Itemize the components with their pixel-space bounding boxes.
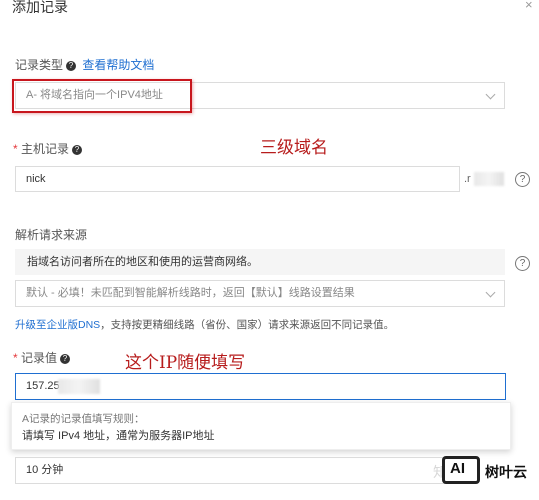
ttl-select[interactable]: 10 分钟 (15, 457, 455, 484)
watermark-logo: AI (442, 456, 480, 484)
resolve-source-hint: 指域名访问者所在的地区和使用的运营商网络。 (15, 249, 505, 275)
highlight-box (12, 79, 192, 113)
resolve-source-value: 默认 - 必填！未匹配到智能解析线路时，返回【默认】线路设置结果 (26, 287, 355, 299)
upgrade-link[interactable]: 升级至企业版DNS (15, 319, 100, 331)
blurred-domain (474, 172, 504, 186)
help-circle-icon[interactable]: ? (515, 256, 530, 271)
required-star: * (13, 351, 18, 365)
host-input-value: nick (26, 173, 46, 185)
tooltip-text: 请填写 IPv4 地址，通常为服务器IP地址 (22, 430, 215, 442)
close-icon[interactable]: × (525, 0, 533, 11)
host-input[interactable]: nick (15, 166, 460, 192)
help-doc-link[interactable]: 查看帮助文档 (82, 58, 154, 72)
record-value-label-row: * 记录值? (13, 349, 71, 366)
resolve-source-select[interactable]: 默认 - 必填！未匹配到智能解析线路时，返回【默认】线路设置结果 (15, 280, 505, 307)
ttl-value: 10 分钟 (26, 464, 64, 476)
chevron-down-icon (485, 287, 496, 298)
help-circle-icon[interactable]: ? (515, 172, 530, 187)
dialog-title: 添加记录 (12, 0, 68, 15)
upgrade-text: ，支持按更精细线路（省份、国家）请求来源返回不同记录值。 (100, 319, 395, 331)
domain-suffix: .r (464, 173, 471, 185)
chevron-down-icon (485, 89, 496, 100)
host-annotation: 三级域名 (260, 138, 328, 158)
watermark-logo-text: AI (450, 460, 465, 477)
question-icon[interactable]: ? (66, 60, 77, 71)
watermark-brand: 树叶云 (485, 464, 527, 480)
record-value-label: 记录值 (21, 351, 58, 365)
record-type-label: 记录类型 (15, 58, 64, 72)
question-icon[interactable]: ? (72, 144, 83, 155)
host-label-row: * 主机记录? (13, 140, 83, 157)
record-value-annotation: 这个IP随便填写 (125, 353, 246, 373)
resolve-source-label: 解析请求来源 (15, 228, 88, 242)
upgrade-row: 升级至企业版DNS，支持按更精细线路（省份、国家）请求来源返回不同记录值。 (15, 317, 394, 332)
tooltip-title: A记录的记录值填写规则： (22, 413, 145, 425)
question-icon[interactable]: ? (60, 353, 71, 364)
required-star: * (13, 142, 18, 156)
blurred-ip (58, 379, 100, 394)
record-value-tooltip: A记录的记录值填写规则： 请填写 IPv4 地址，通常为服务器IP地址 (11, 402, 511, 450)
host-label: 主机记录 (21, 142, 70, 156)
record-type-label-row: 记录类型? 查看帮助文档 (15, 56, 154, 73)
